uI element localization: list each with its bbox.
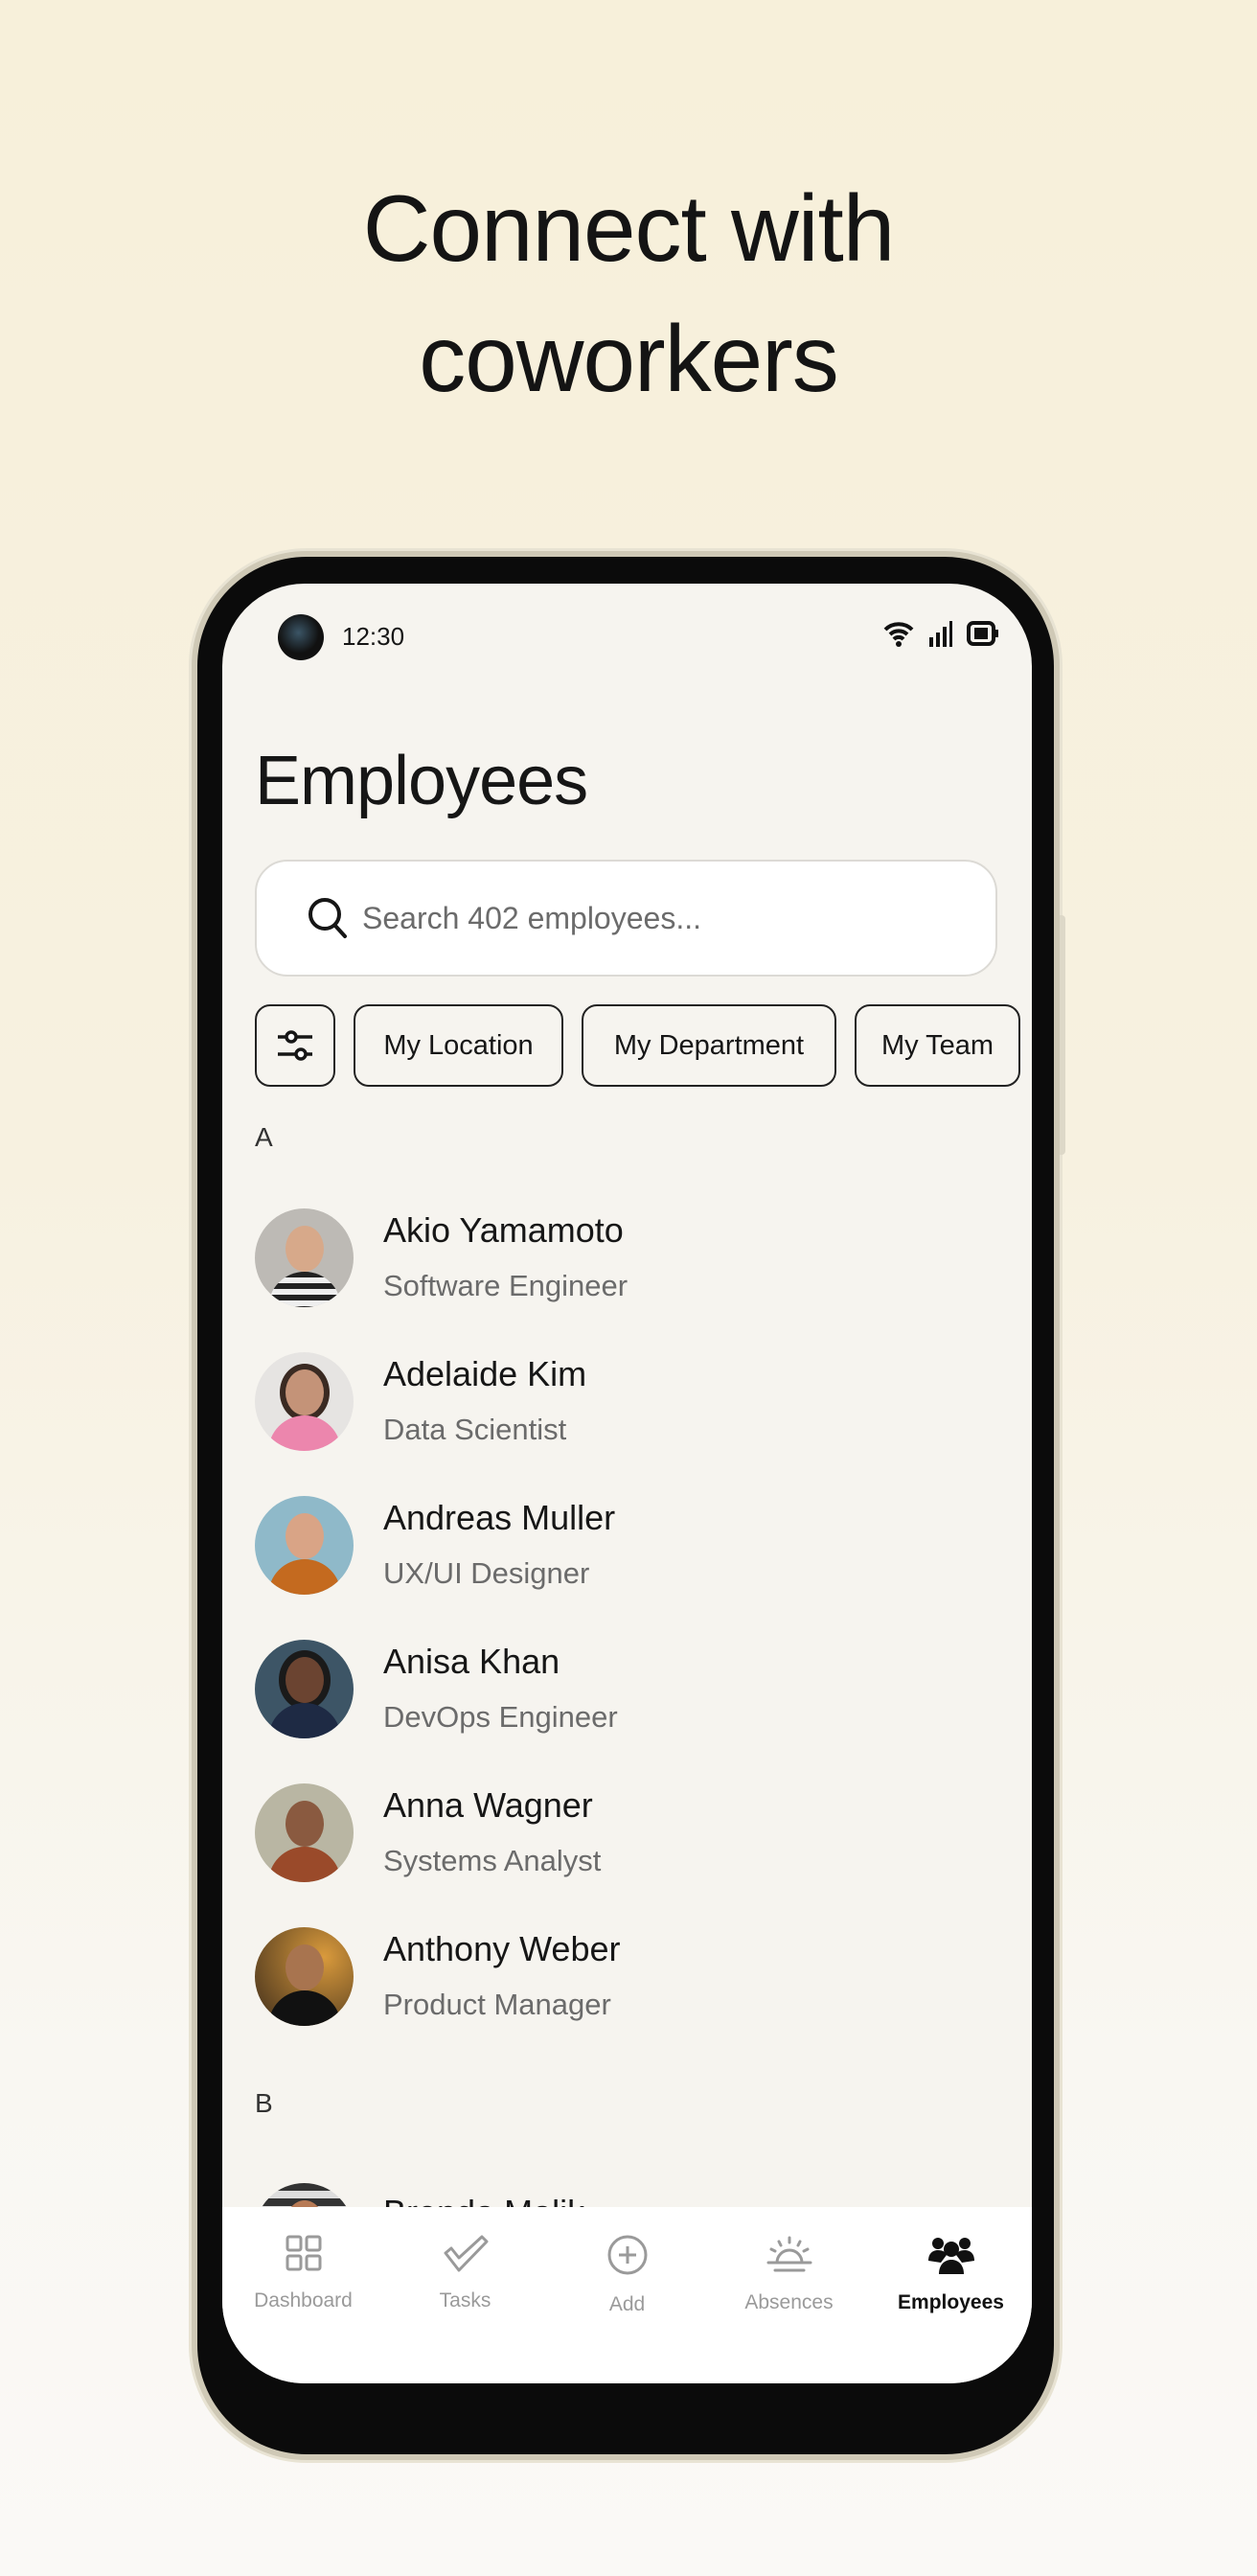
search-placeholder: Search 402 employees... xyxy=(362,900,701,935)
avatar xyxy=(255,1926,354,2026)
plus-circle-icon xyxy=(607,2235,647,2275)
check-icon xyxy=(444,2235,488,2272)
list-item[interactable]: Anna Wagner Systems Analyst xyxy=(255,1775,601,1890)
phone-side-button xyxy=(1060,915,1065,1155)
employee-role: Systems Analyst xyxy=(383,1844,602,1877)
avatar xyxy=(255,1782,354,1882)
headline: Connect with coworkers xyxy=(0,163,1257,424)
employee-name: Anna Wagner xyxy=(383,1785,593,1825)
sliders-icon xyxy=(278,1030,312,1061)
employee-role: Software Engineer xyxy=(383,1269,628,1302)
nav-add[interactable]: Add xyxy=(546,2234,708,2383)
page-title: Employees xyxy=(255,743,588,819)
filter-button[interactable] xyxy=(255,1004,335,1087)
chip-my-department[interactable]: My Department xyxy=(582,1004,836,1087)
list-item[interactable]: Andreas Muller UX/UI Designer xyxy=(255,1487,615,1602)
headline-line-2: coworkers xyxy=(419,306,839,411)
battery-icon xyxy=(967,621,998,646)
chip-my-location[interactable]: My Location xyxy=(354,1004,563,1087)
avatar xyxy=(255,1495,354,1595)
list-item[interactable]: Anthony Weber Product Manager xyxy=(255,1919,620,2034)
list-item[interactable]: Adelaide Kim Data Scientist xyxy=(255,1344,586,1459)
sunrise-icon xyxy=(766,2236,811,2272)
nav-absences[interactable]: Absences xyxy=(708,2234,870,2383)
nav-dashboard[interactable]: Dashboard xyxy=(222,2234,384,2383)
employee-role: Product Manager xyxy=(383,1988,611,2021)
nav-label: Dashboard xyxy=(254,2289,353,2312)
status-icons xyxy=(882,620,999,647)
bottom-nav: Dashboard Tasks Add Absences Employees xyxy=(222,2207,1032,2383)
employee-name: Adelaide Kim xyxy=(383,1354,587,1393)
nav-label: Tasks xyxy=(439,2289,491,2312)
section-header-a: A xyxy=(255,1122,273,1152)
wifi-icon xyxy=(883,622,914,647)
employee-name: Andreas Muller xyxy=(383,1498,616,1537)
employee-role: Data Scientist xyxy=(383,1413,567,1446)
employee-role: DevOps Engineer xyxy=(383,1700,618,1734)
nav-label: Employees xyxy=(898,2291,1004,2313)
nav-employees[interactable]: Employees xyxy=(870,2234,1032,2383)
section-header-b: B xyxy=(255,2088,273,2118)
status-time: 12:30 xyxy=(342,622,405,651)
nav-label: Absences xyxy=(744,2291,834,2313)
nav-tasks[interactable]: Tasks xyxy=(384,2234,546,2383)
people-icon xyxy=(927,2238,974,2274)
list-item[interactable]: Akio Yamamoto Software Engineer xyxy=(255,1200,628,1315)
list-item[interactable]: Anisa Khan DevOps Engineer xyxy=(255,1631,618,1746)
employee-name: Anthony Weber xyxy=(383,1929,621,1968)
search-icon xyxy=(309,898,347,938)
camera-icon xyxy=(278,614,324,660)
nav-label: Add xyxy=(608,2293,646,2315)
avatar xyxy=(255,1208,354,1307)
search-input[interactable]: Search 402 employees... xyxy=(255,860,997,977)
employee-name: Akio Yamamoto xyxy=(383,1210,624,1250)
phone-screen: 12:30 Employees Search 402 employees... … xyxy=(222,584,1032,2383)
avatar xyxy=(255,1639,354,1738)
avatar xyxy=(255,1351,354,1451)
signal-icon xyxy=(929,621,952,647)
headline-line-1: Connect with xyxy=(362,175,896,281)
chip-my-team[interactable]: My Team xyxy=(855,1004,1020,1087)
employee-role: UX/UI Designer xyxy=(383,1556,590,1590)
grid-icon xyxy=(286,2235,321,2271)
employee-name: Anisa Khan xyxy=(383,1642,560,1681)
